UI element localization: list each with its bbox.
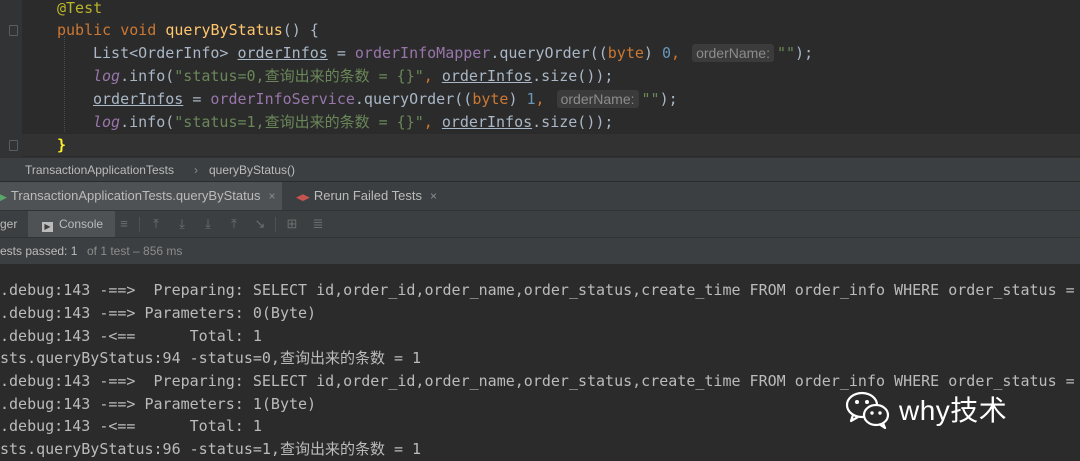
code-line-closing-brace: } [57, 136, 67, 154]
code-line-6: log.info("status=1,查询出来的条数 = {}", orderI… [93, 113, 614, 131]
console-line: .debug:143 -==> Parameters: 1(Byte) [0, 395, 317, 413]
tests-passed-text: ests passed: 1 [0, 244, 78, 258]
code-line-5: orderInfos = orderInfoService.queryOrder… [93, 90, 678, 108]
tab-console[interactable]: ▶ Console [28, 211, 116, 237]
console-line: .debug:143 -<== Total: 1 [0, 417, 262, 435]
test-pass-icon: ▶ [0, 192, 7, 202]
console-line: sts.queryByStatus:96 -status=1,查询出来的条数 =… [0, 440, 422, 458]
console-line: .debug:143 -==> Parameters: 0(Byte) [0, 304, 317, 322]
restore-icon[interactable]: ⤒ [149, 217, 163, 231]
code-line-4: log.info("status=0,查询出来的条数 = {}", orderI… [93, 67, 614, 85]
step-into-icon[interactable]: ⤓ [201, 217, 215, 231]
breadcrumb-class[interactable]: TransactionApplicationTests [25, 158, 174, 183]
rerun-failed-icon: ◀▶ [296, 192, 310, 202]
test-status-bar: ests passed: 1 of 1 test – 856 ms [0, 237, 1080, 265]
menu-lines-icon[interactable]: ≡ [117, 217, 131, 231]
watermark: why技术 [845, 387, 1007, 431]
editor-gutter [0, 0, 22, 157]
console-line: sts.queryByStatus:94 -status=0,查询出来的条数 =… [0, 349, 422, 367]
code-editor[interactable]: @Test public void queryByStatus() { List… [0, 0, 1080, 157]
parameter-hint: orderName: [556, 90, 639, 108]
parameter-hint: orderName: [692, 44, 774, 62]
fold-marker-icon[interactable] [9, 140, 18, 151]
step-over-icon[interactable]: ⤓ [175, 217, 189, 231]
fold-marker-icon[interactable] [9, 25, 18, 36]
close-icon[interactable]: × [268, 189, 275, 203]
breadcrumb: TransactionApplicationTests › queryBySta… [0, 157, 1080, 182]
indent-guide [64, 36, 66, 132]
run-tab-bar: ▶ TransactionApplicationTests.queryByStat… [0, 182, 1080, 210]
toolbar-separator [275, 217, 276, 232]
breadcrumb-separator: › [194, 163, 198, 177]
tests-summary-text: of 1 test – 856 ms [87, 244, 183, 258]
evaluate-icon[interactable]: ≣ [311, 217, 325, 231]
watermark-text: why技术 [899, 395, 1008, 426]
current-line-highlight [22, 134, 1080, 156]
code-line-annotation: @Test [57, 0, 103, 17]
tab-run-queryByStatus[interactable]: ▶ TransactionApplicationTests.queryByStat… [0, 182, 282, 210]
toolbar-separator [139, 217, 140, 232]
close-icon[interactable]: × [430, 189, 437, 203]
wechat-icon [845, 391, 890, 429]
console-output[interactable]: .debug:143 -==> Preparing: SELECT id,ord… [0, 264, 1080, 461]
code-line-method-signature: public void queryByStatus() { [57, 21, 319, 39]
tab-rerun-failed-tests[interactable]: ◀▶ Rerun Failed Tests × [296, 182, 437, 210]
console-line: .debug:143 -==> Preparing: SELECT id,ord… [0, 281, 1080, 299]
breadcrumb-method[interactable]: queryByStatus() [209, 158, 295, 183]
console-line: .debug:143 -<== Total: 1 [0, 327, 262, 345]
debug-toolbar: ger ▶ Console ≡ ⤒ ⤓ ⤓ ⤒ ↘ ⊞ ≣ [0, 210, 1080, 238]
tab-debugger[interactable]: ger [0, 211, 17, 237]
console-icon: ▶ [42, 222, 53, 232]
code-line-3: List<OrderInfo> orderInfos = orderInfoMa… [93, 44, 814, 62]
step-up-icon[interactable]: ⤒ [227, 217, 241, 231]
frames-grid-icon[interactable]: ⊞ [285, 217, 299, 231]
run-to-cursor-icon[interactable]: ↘ [253, 217, 267, 231]
